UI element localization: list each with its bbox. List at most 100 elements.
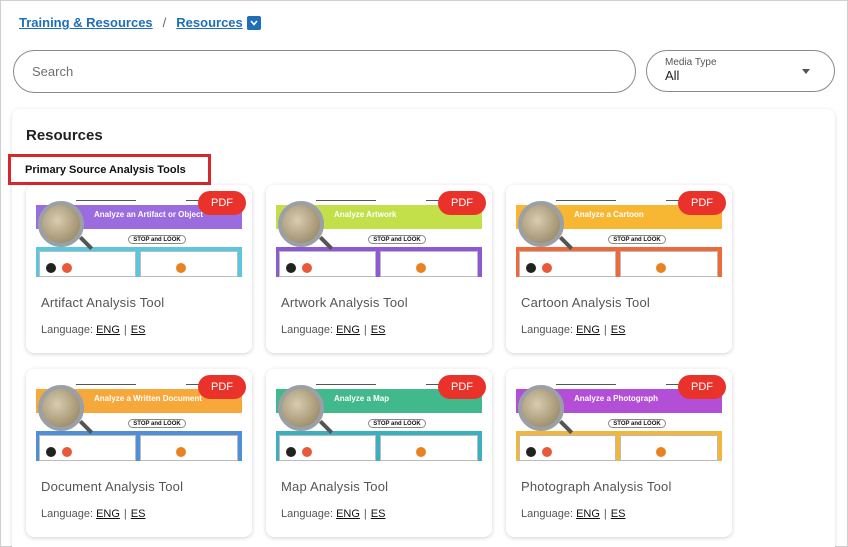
panel-title: Resources: [26, 127, 103, 144]
language-link-es[interactable]: ES: [611, 324, 626, 336]
magnifying-glass-icon: [38, 385, 84, 431]
link-separator: |: [123, 508, 127, 520]
thumbnail-box: [620, 435, 718, 461]
color-circle-icon: [542, 263, 552, 273]
color-circle-icon: [286, 447, 296, 457]
language-links: Language: ENG | ES: [281, 324, 385, 336]
language-label: Language:: [521, 508, 573, 520]
language-link-eng[interactable]: ENG: [336, 508, 360, 520]
media-type-label: Media Type: [665, 57, 717, 68]
magnifying-glass-icon: [518, 385, 564, 431]
magnifying-glass-icon: [278, 385, 324, 431]
resource-card[interactable]: Analyze a Photograph STOP and LOOK PDF P…: [506, 369, 732, 537]
chevron-down-icon[interactable]: [246, 15, 261, 30]
magnifying-glass-icon: [38, 201, 84, 247]
resources-panel: Resources Primary Source Analysis Tools …: [8, 109, 835, 547]
language-link-es[interactable]: ES: [371, 324, 386, 336]
language-link-eng[interactable]: ENG: [576, 508, 600, 520]
pdf-badge: PDF: [198, 375, 246, 399]
color-circle-icon: [542, 447, 552, 457]
color-circle-icon: [62, 447, 72, 457]
resource-card[interactable]: Analyze a Map STOP and LOOK PDF Map Anal…: [266, 369, 492, 537]
language-label: Language:: [521, 324, 573, 336]
link-separator: |: [363, 508, 367, 520]
link-separator: |: [603, 508, 607, 520]
language-link-eng[interactable]: ENG: [336, 324, 360, 336]
language-link-eng[interactable]: ENG: [576, 324, 600, 336]
magnifying-glass-icon: [518, 201, 564, 247]
language-label: Language:: [281, 324, 333, 336]
stop-and-look-label: STOP and LOOK: [368, 235, 426, 244]
magnifying-glass-icon: [278, 201, 324, 247]
resource-card[interactable]: Analyze a Written Document STOP and LOOK…: [26, 369, 252, 537]
card-title[interactable]: Cartoon Analysis Tool: [521, 295, 650, 310]
color-circle-icon: [176, 447, 186, 457]
language-links: Language: ENG | ES: [41, 324, 145, 336]
language-links: Language: ENG | ES: [41, 508, 145, 520]
stop-and-look-label: STOP and LOOK: [368, 419, 426, 428]
color-circle-icon: [176, 263, 186, 273]
thumbnail-heading: Analyze a Written Document: [94, 394, 202, 403]
color-circle-icon: [46, 263, 56, 273]
card-title[interactable]: Artwork Analysis Tool: [281, 295, 408, 310]
breadcrumb-resources[interactable]: Resources: [176, 15, 242, 30]
card-title[interactable]: Document Analysis Tool: [41, 479, 183, 494]
language-links: Language: ENG | ES: [521, 324, 625, 336]
thumbnail-box: [140, 251, 238, 277]
pdf-badge: PDF: [438, 191, 486, 215]
language-label: Language:: [41, 324, 93, 336]
search-input[interactable]: [13, 50, 636, 93]
breadcrumb-separator: /: [162, 15, 167, 30]
pdf-badge: PDF: [198, 191, 246, 215]
resource-card[interactable]: Analyze a Cartoon STOP and LOOK PDF Cart…: [506, 185, 732, 353]
color-circle-icon: [62, 263, 72, 273]
language-links: Language: ENG | ES: [281, 508, 385, 520]
language-link-es[interactable]: ES: [131, 508, 146, 520]
chevron-down-icon: [802, 69, 810, 74]
color-circle-icon: [526, 447, 536, 457]
pdf-badge: PDF: [438, 375, 486, 399]
card-title[interactable]: Photograph Analysis Tool: [521, 479, 672, 494]
card-title[interactable]: Artifact Analysis Tool: [41, 295, 164, 310]
link-separator: |: [123, 324, 127, 336]
color-circle-icon: [302, 263, 312, 273]
color-circle-icon: [302, 447, 312, 457]
color-circle-icon: [656, 263, 666, 273]
color-circle-icon: [46, 447, 56, 457]
stop-and-look-label: STOP and LOOK: [608, 419, 666, 428]
language-link-es[interactable]: ES: [611, 508, 626, 520]
thumbnail-box: [140, 435, 238, 461]
stop-and-look-label: STOP and LOOK: [128, 235, 186, 244]
pdf-badge: PDF: [678, 375, 726, 399]
breadcrumb-training-resources[interactable]: Training & Resources: [19, 15, 153, 30]
pdf-badge: PDF: [678, 191, 726, 215]
language-link-eng[interactable]: ENG: [96, 508, 120, 520]
link-separator: |: [363, 324, 367, 336]
color-circle-icon: [286, 263, 296, 273]
language-link-es[interactable]: ES: [371, 508, 386, 520]
media-type-value: All: [665, 68, 680, 83]
stop-and-look-label: STOP and LOOK: [128, 419, 186, 428]
language-links: Language: ENG | ES: [521, 508, 625, 520]
thumbnail-box: [380, 251, 478, 277]
stop-and-look-label: STOP and LOOK: [608, 235, 666, 244]
thumbnail-box: [620, 251, 718, 277]
language-link-es[interactable]: ES: [131, 324, 146, 336]
link-separator: |: [603, 324, 607, 336]
card-title[interactable]: Map Analysis Tool: [281, 479, 388, 494]
resource-card[interactable]: Analyze Artwork STOP and LOOK PDF Artwor…: [266, 185, 492, 353]
media-type-select[interactable]: Media Type All: [646, 50, 835, 92]
thumbnail-heading: Analyze a Photograph: [574, 394, 659, 403]
resource-card[interactable]: Analyze an Artifact or Object STOP and L…: [26, 185, 252, 353]
color-circle-icon: [526, 263, 536, 273]
thumbnail-heading: Analyze Artwork: [334, 210, 397, 219]
language-link-eng[interactable]: ENG: [96, 324, 120, 336]
color-circle-icon: [656, 447, 666, 457]
thumbnail-box: [380, 435, 478, 461]
section-title: Primary Source Analysis Tools: [8, 154, 211, 185]
language-label: Language:: [41, 508, 93, 520]
color-circle-icon: [416, 263, 426, 273]
thumbnail-heading: Analyze a Map: [334, 394, 390, 403]
color-circle-icon: [416, 447, 426, 457]
breadcrumb: Training & Resources / Resources: [19, 15, 261, 30]
